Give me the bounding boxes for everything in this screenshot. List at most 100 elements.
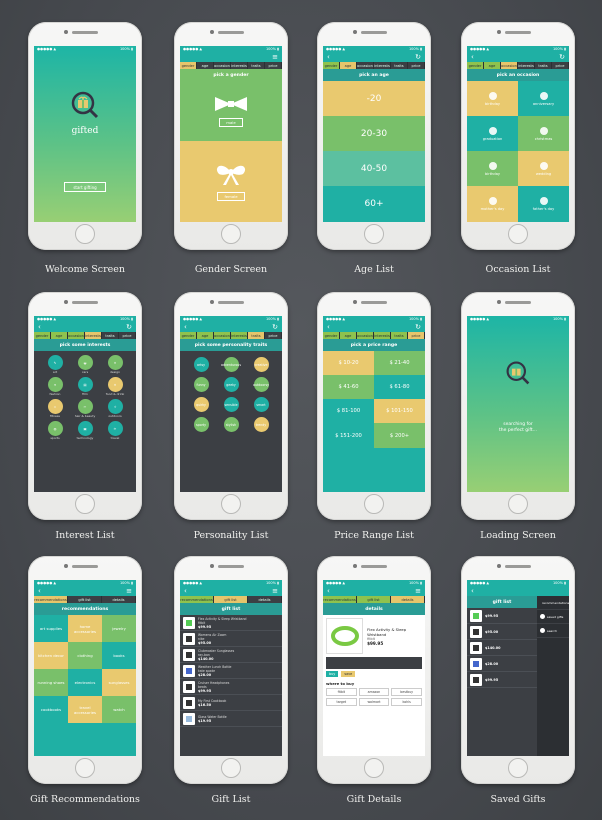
list-item[interactable]: $95.00 bbox=[467, 624, 537, 640]
back-icon[interactable]: ‹ bbox=[327, 323, 330, 331]
home-button[interactable] bbox=[75, 224, 95, 244]
price-option[interactable]: $ 151-200 bbox=[323, 423, 374, 448]
crumb-traits[interactable]: traits bbox=[391, 332, 408, 339]
interest-option[interactable]: ▤ film bbox=[70, 377, 100, 396]
list-item[interactable]: $140.00 bbox=[467, 640, 537, 656]
back-icon[interactable]: ‹ bbox=[38, 323, 41, 331]
crumb-details[interactable]: details bbox=[391, 596, 425, 603]
age-option[interactable]: 20-30 bbox=[323, 116, 425, 151]
crumb-gender[interactable]: gender bbox=[34, 332, 51, 339]
menu-icon[interactable]: ≡ bbox=[272, 53, 278, 61]
crumb-price[interactable]: price bbox=[265, 62, 282, 69]
price-option[interactable]: $ 61-80 bbox=[374, 375, 425, 399]
interest-option[interactable]: ✈ travel bbox=[100, 421, 130, 440]
home-button[interactable] bbox=[75, 758, 95, 778]
crumb-traits[interactable]: traits bbox=[391, 62, 408, 69]
store-link[interactable]: amazon bbox=[358, 688, 390, 696]
trait-option[interactable]: sporty bbox=[186, 417, 216, 432]
home-button[interactable] bbox=[508, 224, 528, 244]
menu-item-search[interactable]: search bbox=[537, 624, 569, 638]
interest-option[interactable]: ▾ fashion bbox=[40, 377, 70, 396]
rec-option[interactable]: watch bbox=[102, 696, 136, 723]
rec-option[interactable]: books bbox=[102, 642, 136, 669]
interest-option[interactable]: ✕ food & drink bbox=[100, 377, 130, 396]
home-button[interactable] bbox=[221, 758, 241, 778]
back-icon[interactable]: ‹ bbox=[38, 587, 41, 595]
store-link[interactable]: walmart bbox=[358, 698, 390, 706]
price-option[interactable]: $ 41-60 bbox=[323, 375, 374, 399]
interest-option[interactable]: ✕ design bbox=[100, 355, 130, 374]
crumb-age[interactable]: age bbox=[340, 332, 357, 339]
list-item[interactable]: Cruiser Headphones beats $99.95 bbox=[180, 679, 282, 695]
rec-option[interactable]: home accessories bbox=[68, 615, 102, 642]
crumb-interests[interactable]: interests bbox=[231, 332, 248, 339]
rec-option[interactable]: electronics bbox=[68, 669, 102, 696]
trait-option[interactable]: sensible bbox=[216, 397, 246, 412]
crumb-interests[interactable]: interests bbox=[374, 62, 391, 69]
refresh-icon[interactable]: ↻ bbox=[415, 323, 421, 331]
crumb-interests[interactable]: interests bbox=[518, 62, 535, 69]
occasion-option[interactable]: birthday bbox=[467, 151, 518, 186]
price-option[interactable]: $ 10-20 bbox=[323, 351, 374, 375]
refresh-icon[interactable]: ↻ bbox=[559, 53, 565, 61]
list-item[interactable]: Womens Air Zoom nike $95.00 bbox=[180, 631, 282, 647]
back-icon[interactable]: ‹ bbox=[184, 323, 187, 331]
rec-option[interactable]: jewelry bbox=[102, 615, 136, 642]
list-item[interactable]: Glass Water Bottle $19.95 bbox=[180, 711, 282, 727]
rec-option[interactable]: running shoes bbox=[34, 669, 68, 696]
trait-option[interactable]: funny bbox=[186, 377, 216, 392]
crumb-traits[interactable]: traits bbox=[248, 332, 265, 339]
crumb-price[interactable]: price bbox=[552, 62, 569, 69]
crumb-price[interactable]: price bbox=[119, 332, 136, 339]
start-gifting-button[interactable]: start gifting bbox=[64, 182, 106, 192]
price-option[interactable]: $ 81-100 bbox=[323, 399, 374, 423]
crumb-occasion[interactable]: occasion bbox=[68, 332, 85, 339]
trait-option[interactable]: quirky bbox=[186, 397, 216, 412]
interest-option[interactable]: ✂ hair & beauty bbox=[70, 399, 100, 418]
list-item[interactable]: Flex Activity & Sleep Wristband fitbit $99… bbox=[180, 615, 282, 631]
gender-female-option[interactable]: female bbox=[180, 141, 282, 222]
crumb-recommendations[interactable]: recommendations bbox=[180, 596, 214, 603]
crumb-gender[interactable]: gender bbox=[467, 62, 484, 69]
crumb-details[interactable]: details bbox=[102, 596, 136, 603]
back-icon[interactable]: ‹ bbox=[471, 587, 474, 595]
store-link[interactable]: fitbit bbox=[326, 688, 357, 696]
trait-option[interactable]: geeky bbox=[216, 377, 246, 392]
occasion-option[interactable]: wedding bbox=[518, 151, 569, 186]
crumb-occasion[interactable]: occasion bbox=[214, 62, 231, 69]
occasion-option[interactable]: christmas bbox=[518, 116, 569, 151]
crumb-gender[interactable]: gender bbox=[180, 332, 197, 339]
crumb-occasion[interactable]: occasion bbox=[357, 62, 374, 69]
back-icon[interactable]: ‹ bbox=[327, 53, 330, 61]
save-button[interactable]: save bbox=[341, 671, 356, 677]
crumb-gender[interactable]: gender bbox=[180, 62, 197, 69]
menu-icon[interactable]: ≡ bbox=[272, 587, 278, 595]
back-icon[interactable]: ‹ bbox=[471, 53, 474, 61]
menu-item-saved[interactable]: saved gifts bbox=[537, 610, 569, 624]
trait-option[interactable]: smart bbox=[246, 397, 276, 412]
crumb-gift-list[interactable]: gift list bbox=[214, 596, 248, 603]
menu-icon[interactable]: ≡ bbox=[415, 587, 421, 595]
crumb-price[interactable]: price bbox=[265, 332, 282, 339]
rec-option[interactable]: kitchen decor bbox=[34, 642, 68, 669]
trait-option[interactable]: creative bbox=[246, 357, 276, 372]
list-item[interactable]: Weather Lunch Bottle kate spade $28.00 bbox=[180, 663, 282, 679]
crumb-age[interactable]: age bbox=[197, 332, 214, 339]
crumb-age[interactable]: age bbox=[340, 62, 357, 69]
crumb-price[interactable]: price bbox=[408, 62, 425, 69]
gender-male-option[interactable]: male bbox=[180, 81, 282, 141]
crumb-gender[interactable]: gender bbox=[323, 332, 340, 339]
crumb-details[interactable]: details bbox=[248, 596, 282, 603]
crumb-traits[interactable]: traits bbox=[102, 332, 119, 339]
interest-option[interactable]: ═ fitness bbox=[40, 399, 70, 418]
home-button[interactable] bbox=[75, 494, 95, 514]
crumb-gift-list[interactable]: gift list bbox=[68, 596, 102, 603]
price-option[interactable]: $ 21-40 bbox=[374, 351, 425, 375]
interest-option[interactable]: ◒ cars bbox=[70, 355, 100, 374]
list-item[interactable]: $99.95 bbox=[467, 672, 537, 688]
store-link[interactable]: target bbox=[326, 698, 357, 706]
occasion-option[interactable]: birthday bbox=[467, 81, 518, 116]
interest-option[interactable]: ▣ technology bbox=[70, 421, 100, 440]
home-button[interactable] bbox=[221, 494, 241, 514]
menu-item-recommendations[interactable]: recommendations bbox=[537, 596, 569, 610]
